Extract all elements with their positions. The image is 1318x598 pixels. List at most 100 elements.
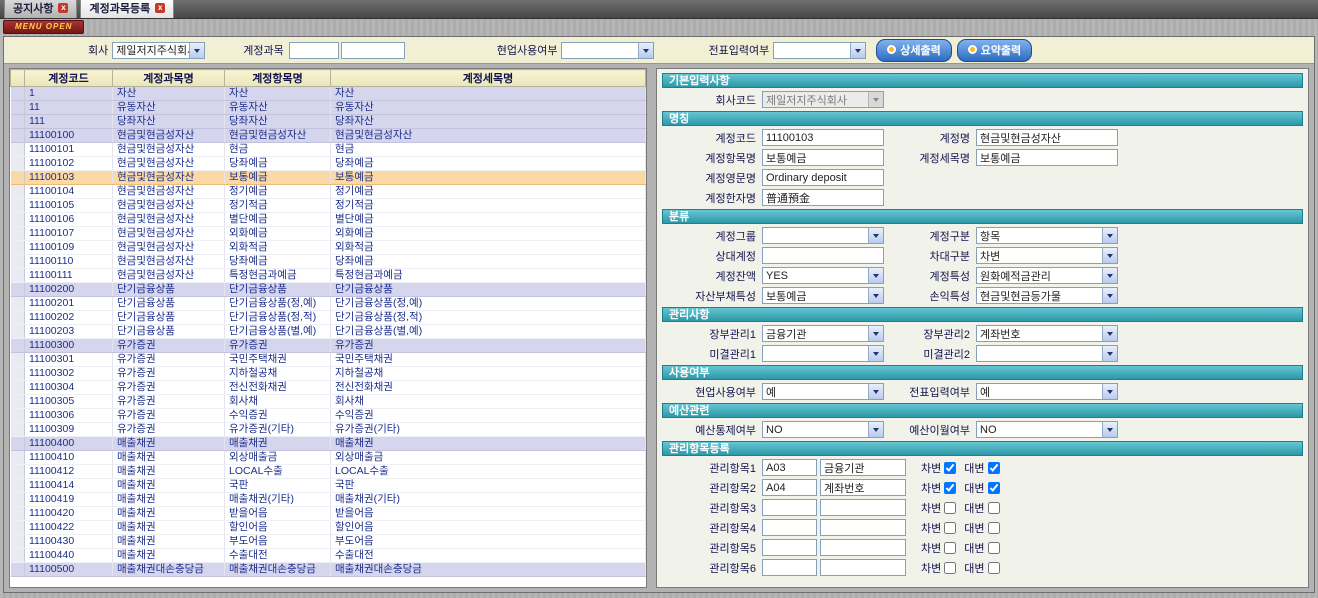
row-indicator[interactable] [11, 479, 25, 493]
mgmt-item-3-credit-checkbox[interactable] [988, 502, 1000, 514]
pending-mgmt2-select[interactable] [976, 345, 1118, 362]
row-indicator[interactable] [11, 465, 25, 479]
mgmt-item-5-code-input[interactable] [762, 539, 817, 556]
table-row[interactable]: 1자산자산자산 [11, 87, 646, 101]
mgmt-item-2-name-input[interactable] [820, 479, 906, 496]
tab-notice[interactable]: 공지사항 x [4, 0, 77, 18]
slip-entry-filter-select[interactable] [773, 42, 866, 59]
account-hanja-name-input[interactable] [762, 189, 884, 206]
table-row[interactable]: 111당좌자산당좌자산당좌자산 [11, 115, 646, 129]
debit-credit-class-select[interactable]: 차변 [976, 247, 1118, 264]
row-indicator[interactable] [11, 521, 25, 535]
table-row[interactable]: 11100105현금및현금성자산정기적금정기적금 [11, 199, 646, 213]
menu-open-button[interactable]: MENU OPEN [3, 20, 84, 34]
close-icon[interactable]: x [58, 3, 68, 13]
table-row[interactable]: 11100301유가증권국민주택채권국민주택채권 [11, 353, 646, 367]
row-indicator[interactable] [11, 115, 25, 129]
row-indicator[interactable] [11, 563, 25, 577]
mgmt-item-6-code-input[interactable] [762, 559, 817, 576]
column-header-code[interactable]: 계정코드 [25, 70, 113, 87]
row-indicator[interactable] [11, 395, 25, 409]
field-use-filter-select[interactable] [561, 42, 654, 59]
row-indicator[interactable] [11, 423, 25, 437]
table-row[interactable]: 11100420매출채권받을어음받을어음 [11, 507, 646, 521]
row-indicator[interactable] [11, 297, 25, 311]
table-row[interactable]: 11100412매출채권LOCAL수출LOCAL수출 [11, 465, 646, 479]
profit-loss-attribute-select[interactable]: 현금및현금등가물 [976, 287, 1118, 304]
row-indicator[interactable] [11, 157, 25, 171]
table-row[interactable]: 11100111현금및현금성자산특정현금과예금특정현금과예금 [11, 269, 646, 283]
row-indicator[interactable] [11, 171, 25, 185]
account-english-name-input[interactable] [762, 169, 884, 186]
account-balance-select[interactable]: YES [762, 267, 884, 284]
mgmt-item-6-name-input[interactable] [820, 559, 906, 576]
summary-print-button[interactable]: 요약출력 [957, 39, 1032, 62]
budget-control-select[interactable]: NO [762, 421, 884, 438]
company-code-select[interactable]: 제일저지주식회사 [762, 91, 884, 108]
table-row[interactable]: 11100309유가증권유가증권(기타)유가증권(기타) [11, 423, 646, 437]
row-indicator[interactable] [11, 367, 25, 381]
budget-carryover-select[interactable]: NO [976, 421, 1118, 438]
account-code-filter-input[interactable] [289, 42, 339, 59]
mgmt-item-3-name-input[interactable] [820, 499, 906, 516]
table-row[interactable]: 11100100현금및현금성자산현금및현금성자산현금및현금성자산 [11, 129, 646, 143]
row-indicator[interactable] [11, 549, 25, 563]
table-row[interactable]: 11100200단기금융상품단기금융상품단기금융상품 [11, 283, 646, 297]
table-row[interactable]: 11100109현금및현금성자산외화적금외화적금 [11, 241, 646, 255]
table-row[interactable]: 11100440매출채권수출대전수출대전 [11, 549, 646, 563]
row-indicator[interactable] [11, 381, 25, 395]
account-group-select[interactable] [762, 227, 884, 244]
mgmt-item-5-credit-checkbox[interactable] [988, 542, 1000, 554]
row-indicator[interactable] [11, 101, 25, 115]
row-indicator[interactable] [11, 451, 25, 465]
row-indicator[interactable] [11, 339, 25, 353]
table-row[interactable]: 11100107현금및현금성자산외화예금외화예금 [11, 227, 646, 241]
row-indicator[interactable] [11, 507, 25, 521]
table-row[interactable]: 11100202단기금융상품단기금융상품(정,적)단기금융상품(정,적) [11, 311, 646, 325]
account-detail-name-input[interactable] [976, 149, 1118, 166]
row-indicator[interactable] [11, 493, 25, 507]
table-row[interactable]: 11100110현금및현금성자산당좌예금당좌예금 [11, 255, 646, 269]
row-indicator[interactable] [11, 325, 25, 339]
mgmt-item-6-debit-checkbox[interactable] [944, 562, 956, 574]
account-item-name-input[interactable] [762, 149, 884, 166]
mgmt-item-1-credit-checkbox[interactable] [988, 462, 1000, 474]
pending-mgmt1-select[interactable] [762, 345, 884, 362]
table-row[interactable]: 11100104현금및현금성자산정기예금정기예금 [11, 185, 646, 199]
table-row[interactable]: 11100300유가증권유가증권유가증권 [11, 339, 646, 353]
table-row[interactable]: 11100103현금및현금성자산보통예금보통예금 [11, 171, 646, 185]
mgmt-item-5-debit-checkbox[interactable] [944, 542, 956, 554]
row-indicator[interactable] [11, 199, 25, 213]
account-class-select[interactable]: 항목 [976, 227, 1118, 244]
tab-account-registration[interactable]: 계정과목등록 x [80, 0, 174, 18]
row-indicator[interactable] [11, 535, 25, 549]
table-row[interactable]: 11100305유가증권회사채회사채 [11, 395, 646, 409]
slip-entry-select[interactable]: 예 [976, 383, 1118, 400]
row-indicator[interactable] [11, 409, 25, 423]
row-indicator[interactable] [11, 185, 25, 199]
table-row[interactable]: 11100304유가증권전신전화채권전신전화채권 [11, 381, 646, 395]
column-header-name[interactable]: 계정과목명 [113, 70, 225, 87]
account-attribute-select[interactable]: 원화예적금관리 [976, 267, 1118, 284]
row-indicator[interactable] [11, 227, 25, 241]
row-indicator[interactable] [11, 311, 25, 325]
row-indicator[interactable] [11, 353, 25, 367]
row-indicator[interactable] [11, 269, 25, 283]
mgmt-item-2-debit-checkbox[interactable] [944, 482, 956, 494]
row-indicator[interactable] [11, 213, 25, 227]
table-row[interactable]: 11100101현금및현금성자산현금현금 [11, 143, 646, 157]
asset-liability-attribute-select[interactable]: 보통예금 [762, 287, 884, 304]
table-row[interactable]: 11100203단기금융상품단기금융상품(별,예)단기금융상품(별,예) [11, 325, 646, 339]
mgmt-item-4-debit-checkbox[interactable] [944, 522, 956, 534]
ledger-mgmt2-select[interactable]: 계좌번호 [976, 325, 1118, 342]
table-row[interactable]: 11100201단기금융상품단기금융상품(정,예)단기금융상품(정,예) [11, 297, 646, 311]
mgmt-item-4-code-input[interactable] [762, 519, 817, 536]
mgmt-item-2-credit-checkbox[interactable] [988, 482, 1000, 494]
mgmt-item-2-code-input[interactable] [762, 479, 817, 496]
table-row[interactable]: 11100102현금및현금성자산당좌예금당좌예금 [11, 157, 646, 171]
account-code-input[interactable] [762, 129, 884, 146]
row-indicator[interactable] [11, 283, 25, 297]
table-row[interactable]: 11100422매출채권할인어음할인어음 [11, 521, 646, 535]
mgmt-item-4-credit-checkbox[interactable] [988, 522, 1000, 534]
company-select[interactable]: 제일저지주식회사 [112, 42, 205, 59]
